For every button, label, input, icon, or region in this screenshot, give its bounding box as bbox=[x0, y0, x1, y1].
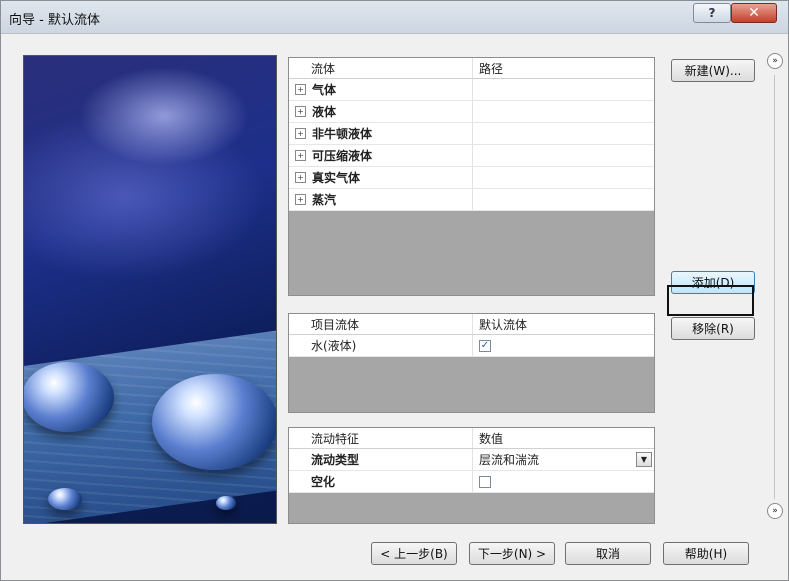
table-header: 流动特征 数值 bbox=[289, 428, 654, 449]
table-header: 流体 路径 bbox=[289, 58, 654, 79]
expand-plus-icon[interactable]: + bbox=[295, 172, 306, 183]
back-button[interactable]: < 上一步(B) bbox=[371, 542, 457, 565]
fluid-row-non-newtonian[interactable]: + 非牛顿液体 bbox=[289, 123, 654, 145]
fluid-row-real-gas[interactable]: + 真实气体 bbox=[289, 167, 654, 189]
column-header-fluid[interactable]: 流体 bbox=[289, 58, 473, 78]
default-fluid-checkbox[interactable]: ✓ bbox=[479, 339, 491, 352]
fluid-row-compressible[interactable]: + 可压缩液体 bbox=[289, 145, 654, 167]
fluid-label: 气体 bbox=[312, 83, 337, 97]
expand-plus-icon[interactable]: + bbox=[295, 128, 306, 139]
column-header-path[interactable]: 路径 bbox=[473, 58, 654, 78]
expand-chevron-icon[interactable]: » bbox=[767, 503, 783, 519]
next-button[interactable]: 下一步(N) > bbox=[469, 542, 555, 565]
column-header-flow-characteristic[interactable]: 流动特征 bbox=[289, 428, 473, 448]
wizard-window: 向导 - 默认流体 ? ✕ 流体 路径 + 气体 + 液体 + 非牛顿液体 + … bbox=[0, 0, 789, 581]
flow-characteristics-table: 流动特征 数值 流动类型 层流和湍流 ▼ 空化 bbox=[288, 427, 655, 524]
column-header-default-fluid[interactable]: 默认流体 bbox=[473, 314, 654, 334]
project-fluid-row[interactable]: 水(液体) ✓ bbox=[289, 335, 654, 357]
water-drop bbox=[24, 362, 114, 432]
flow-type-select[interactable]: 层流和湍流 ▼ bbox=[479, 451, 654, 468]
fluid-row-gas[interactable]: + 气体 bbox=[289, 79, 654, 101]
cavitation-row: 空化 bbox=[289, 471, 654, 493]
fluid-label: 非牛顿液体 bbox=[312, 127, 373, 141]
column-header-project-fluid[interactable]: 项目流体 bbox=[289, 314, 473, 334]
flow-type-value: 层流和湍流 bbox=[479, 453, 540, 467]
water-drop-image bbox=[23, 55, 277, 524]
flow-type-label: 流动类型 bbox=[289, 449, 473, 470]
water-drop bbox=[216, 496, 236, 510]
close-button[interactable]: ✕ bbox=[731, 3, 777, 23]
divider bbox=[774, 75, 775, 499]
fluid-label: 可压缩液体 bbox=[312, 149, 373, 163]
fluid-path-cell bbox=[473, 123, 654, 144]
fluid-label: 真实气体 bbox=[312, 171, 361, 185]
fluid-label: 蒸汽 bbox=[312, 193, 337, 207]
table-header: 项目流体 默认流体 bbox=[289, 314, 654, 335]
cavitation-checkbox[interactable] bbox=[479, 475, 491, 488]
expand-plus-icon[interactable]: + bbox=[295, 106, 306, 117]
cavitation-label: 空化 bbox=[289, 471, 473, 492]
fluid-row-liquid[interactable]: + 液体 bbox=[289, 101, 654, 123]
fluid-path-cell bbox=[473, 167, 654, 188]
flow-type-row: 流动类型 层流和湍流 ▼ bbox=[289, 449, 654, 471]
expand-plus-icon[interactable]: + bbox=[295, 150, 306, 161]
new-button[interactable]: 新建(W)... bbox=[671, 59, 755, 82]
water-drop bbox=[152, 374, 276, 470]
window-title: 向导 - 默认流体 bbox=[9, 13, 100, 28]
fluid-path-cell bbox=[473, 145, 654, 166]
fluid-row-steam[interactable]: + 蒸汽 bbox=[289, 189, 654, 211]
expand-chevron-icon[interactable]: » bbox=[767, 53, 783, 69]
column-header-value[interactable]: 数值 bbox=[473, 428, 654, 448]
title-help-button[interactable]: ? bbox=[693, 3, 731, 23]
fluid-path-cell bbox=[473, 101, 654, 122]
water-drop bbox=[48, 488, 82, 510]
fluid-label: 液体 bbox=[312, 105, 337, 119]
fluid-path-cell bbox=[473, 189, 654, 210]
project-fluids-table: 项目流体 默认流体 水(液体) ✓ bbox=[288, 313, 655, 413]
fluids-table: 流体 路径 + 气体 + 液体 + 非牛顿液体 + 可压缩液体 + 真实气体 +… bbox=[288, 57, 655, 296]
expand-plus-icon[interactable]: + bbox=[295, 194, 306, 205]
help-button[interactable]: 帮助(H) bbox=[663, 542, 749, 565]
remove-button[interactable]: 移除(R) bbox=[671, 317, 755, 340]
cancel-button[interactable]: 取消 bbox=[565, 542, 651, 565]
dropdown-arrow-icon[interactable]: ▼ bbox=[636, 452, 652, 467]
dialog-body: 流体 路径 + 气体 + 液体 + 非牛顿液体 + 可压缩液体 + 真实气体 +… bbox=[7, 35, 784, 576]
expand-plus-icon[interactable]: + bbox=[295, 84, 306, 95]
project-fluid-label: 水(液体) bbox=[289, 335, 473, 356]
title-bar: 向导 - 默认流体 ? ✕ bbox=[1, 1, 788, 34]
annotation-highlight-box bbox=[667, 285, 754, 316]
fluid-path-cell bbox=[473, 79, 654, 100]
